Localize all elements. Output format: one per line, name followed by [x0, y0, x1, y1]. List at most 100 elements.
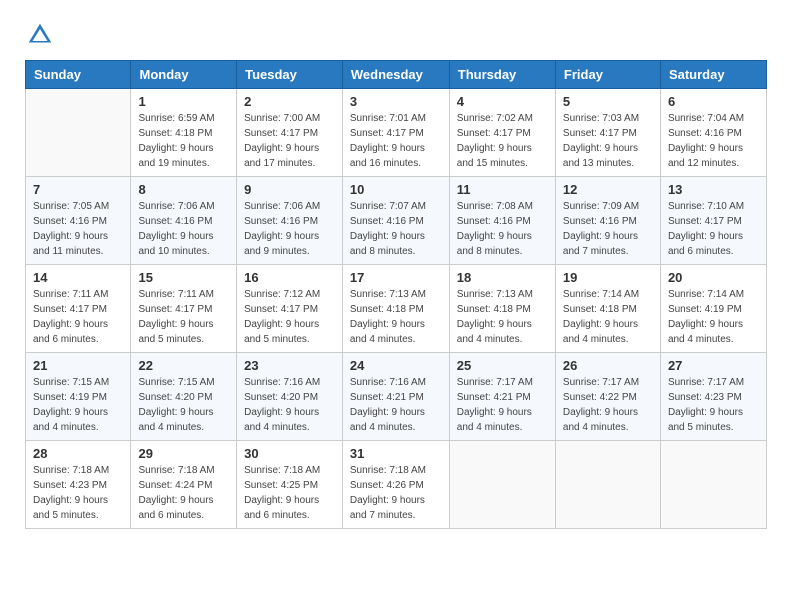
calendar-day-cell: 17 Sunrise: 7:13 AMSunset: 4:18 PMDaylig… — [342, 265, 449, 353]
day-number: 12 — [563, 182, 653, 197]
calendar-day-cell: 21 Sunrise: 7:15 AMSunset: 4:19 PMDaylig… — [26, 353, 131, 441]
day-info: Sunrise: 7:16 AMSunset: 4:21 PMDaylight:… — [350, 377, 426, 433]
day-info: Sunrise: 7:18 AMSunset: 4:26 PMDaylight:… — [350, 465, 426, 521]
day-info: Sunrise: 7:18 AMSunset: 4:25 PMDaylight:… — [244, 465, 320, 521]
calendar-day-cell — [660, 441, 766, 529]
calendar-day-cell: 10 Sunrise: 7:07 AMSunset: 4:16 PMDaylig… — [342, 177, 449, 265]
calendar-week-row: 21 Sunrise: 7:15 AMSunset: 4:19 PMDaylig… — [26, 353, 767, 441]
calendar-day-cell: 16 Sunrise: 7:12 AMSunset: 4:17 PMDaylig… — [237, 265, 343, 353]
calendar-week-row: 14 Sunrise: 7:11 AMSunset: 4:17 PMDaylig… — [26, 265, 767, 353]
day-number: 22 — [138, 358, 229, 373]
day-info: Sunrise: 7:03 AMSunset: 4:17 PMDaylight:… — [563, 113, 639, 169]
day-number: 16 — [244, 270, 335, 285]
day-number: 21 — [33, 358, 123, 373]
day-info: Sunrise: 7:13 AMSunset: 4:18 PMDaylight:… — [350, 289, 426, 345]
calendar-week-row: 28 Sunrise: 7:18 AMSunset: 4:23 PMDaylig… — [26, 441, 767, 529]
calendar-day-cell: 23 Sunrise: 7:16 AMSunset: 4:20 PMDaylig… — [237, 353, 343, 441]
day-info: Sunrise: 6:59 AMSunset: 4:18 PMDaylight:… — [138, 113, 214, 169]
calendar-header-row: SundayMondayTuesdayWednesdayThursdayFrid… — [26, 61, 767, 89]
day-number: 6 — [668, 94, 759, 109]
day-number: 27 — [668, 358, 759, 373]
calendar-day-cell: 6 Sunrise: 7:04 AMSunset: 4:16 PMDayligh… — [660, 89, 766, 177]
day-of-week-header: Tuesday — [237, 61, 343, 89]
calendar-day-cell: 8 Sunrise: 7:06 AMSunset: 4:16 PMDayligh… — [131, 177, 237, 265]
day-of-week-header: Wednesday — [342, 61, 449, 89]
day-number: 8 — [138, 182, 229, 197]
day-number: 2 — [244, 94, 335, 109]
day-number: 13 — [668, 182, 759, 197]
day-info: Sunrise: 7:09 AMSunset: 4:16 PMDaylight:… — [563, 201, 639, 257]
calendar-day-cell — [449, 441, 555, 529]
day-number: 5 — [563, 94, 653, 109]
calendar-day-cell: 15 Sunrise: 7:11 AMSunset: 4:17 PMDaylig… — [131, 265, 237, 353]
day-of-week-header: Thursday — [449, 61, 555, 89]
calendar-week-row: 1 Sunrise: 6:59 AMSunset: 4:18 PMDayligh… — [26, 89, 767, 177]
day-of-week-header: Sunday — [26, 61, 131, 89]
calendar-day-cell — [26, 89, 131, 177]
day-info: Sunrise: 7:06 AMSunset: 4:16 PMDaylight:… — [138, 201, 214, 257]
day-number: 1 — [138, 94, 229, 109]
day-of-week-header: Friday — [555, 61, 660, 89]
day-number: 17 — [350, 270, 442, 285]
day-number: 31 — [350, 446, 442, 461]
calendar-day-cell: 14 Sunrise: 7:11 AMSunset: 4:17 PMDaylig… — [26, 265, 131, 353]
day-info: Sunrise: 7:16 AMSunset: 4:20 PMDaylight:… — [244, 377, 320, 433]
calendar-day-cell: 4 Sunrise: 7:02 AMSunset: 4:17 PMDayligh… — [449, 89, 555, 177]
day-number: 25 — [457, 358, 548, 373]
day-number: 24 — [350, 358, 442, 373]
calendar-day-cell: 22 Sunrise: 7:15 AMSunset: 4:20 PMDaylig… — [131, 353, 237, 441]
day-number: 3 — [350, 94, 442, 109]
day-of-week-header: Monday — [131, 61, 237, 89]
day-info: Sunrise: 7:05 AMSunset: 4:16 PMDaylight:… — [33, 201, 109, 257]
day-info: Sunrise: 7:13 AMSunset: 4:18 PMDaylight:… — [457, 289, 533, 345]
day-info: Sunrise: 7:10 AMSunset: 4:17 PMDaylight:… — [668, 201, 744, 257]
calendar-day-cell: 5 Sunrise: 7:03 AMSunset: 4:17 PMDayligh… — [555, 89, 660, 177]
day-info: Sunrise: 7:15 AMSunset: 4:19 PMDaylight:… — [33, 377, 109, 433]
day-info: Sunrise: 7:11 AMSunset: 4:17 PMDaylight:… — [33, 289, 108, 345]
calendar-day-cell: 11 Sunrise: 7:08 AMSunset: 4:16 PMDaylig… — [449, 177, 555, 265]
day-info: Sunrise: 7:17 AMSunset: 4:21 PMDaylight:… — [457, 377, 533, 433]
day-number: 7 — [33, 182, 123, 197]
calendar-day-cell: 24 Sunrise: 7:16 AMSunset: 4:21 PMDaylig… — [342, 353, 449, 441]
calendar-day-cell: 9 Sunrise: 7:06 AMSunset: 4:16 PMDayligh… — [237, 177, 343, 265]
day-number: 10 — [350, 182, 442, 197]
calendar-day-cell: 31 Sunrise: 7:18 AMSunset: 4:26 PMDaylig… — [342, 441, 449, 529]
day-info: Sunrise: 7:00 AMSunset: 4:17 PMDaylight:… — [244, 113, 320, 169]
day-info: Sunrise: 7:17 AMSunset: 4:22 PMDaylight:… — [563, 377, 639, 433]
calendar-day-cell — [555, 441, 660, 529]
day-number: 29 — [138, 446, 229, 461]
day-number: 28 — [33, 446, 123, 461]
day-number: 9 — [244, 182, 335, 197]
calendar-day-cell: 3 Sunrise: 7:01 AMSunset: 4:17 PMDayligh… — [342, 89, 449, 177]
calendar-day-cell: 28 Sunrise: 7:18 AMSunset: 4:23 PMDaylig… — [26, 441, 131, 529]
calendar-day-cell: 27 Sunrise: 7:17 AMSunset: 4:23 PMDaylig… — [660, 353, 766, 441]
day-info: Sunrise: 7:06 AMSunset: 4:16 PMDaylight:… — [244, 201, 320, 257]
day-number: 14 — [33, 270, 123, 285]
calendar-day-cell: 2 Sunrise: 7:00 AMSunset: 4:17 PMDayligh… — [237, 89, 343, 177]
day-number: 26 — [563, 358, 653, 373]
calendar-week-row: 7 Sunrise: 7:05 AMSunset: 4:16 PMDayligh… — [26, 177, 767, 265]
day-info: Sunrise: 7:18 AMSunset: 4:24 PMDaylight:… — [138, 465, 214, 521]
day-number: 30 — [244, 446, 335, 461]
calendar-day-cell: 25 Sunrise: 7:17 AMSunset: 4:21 PMDaylig… — [449, 353, 555, 441]
calendar-day-cell: 26 Sunrise: 7:17 AMSunset: 4:22 PMDaylig… — [555, 353, 660, 441]
day-info: Sunrise: 7:14 AMSunset: 4:18 PMDaylight:… — [563, 289, 639, 345]
calendar-day-cell: 13 Sunrise: 7:10 AMSunset: 4:17 PMDaylig… — [660, 177, 766, 265]
day-number: 20 — [668, 270, 759, 285]
calendar-day-cell: 1 Sunrise: 6:59 AMSunset: 4:18 PMDayligh… — [131, 89, 237, 177]
calendar-day-cell: 29 Sunrise: 7:18 AMSunset: 4:24 PMDaylig… — [131, 441, 237, 529]
day-of-week-header: Saturday — [660, 61, 766, 89]
calendar-day-cell: 7 Sunrise: 7:05 AMSunset: 4:16 PMDayligh… — [26, 177, 131, 265]
calendar-day-cell: 30 Sunrise: 7:18 AMSunset: 4:25 PMDaylig… — [237, 441, 343, 529]
day-info: Sunrise: 7:01 AMSunset: 4:17 PMDaylight:… — [350, 113, 426, 169]
calendar-day-cell: 20 Sunrise: 7:14 AMSunset: 4:19 PMDaylig… — [660, 265, 766, 353]
logo-icon — [25, 20, 55, 50]
day-info: Sunrise: 7:15 AMSunset: 4:20 PMDaylight:… — [138, 377, 214, 433]
day-info: Sunrise: 7:17 AMSunset: 4:23 PMDaylight:… — [668, 377, 744, 433]
day-info: Sunrise: 7:18 AMSunset: 4:23 PMDaylight:… — [33, 465, 109, 521]
logo — [25, 20, 61, 50]
calendar-day-cell: 18 Sunrise: 7:13 AMSunset: 4:18 PMDaylig… — [449, 265, 555, 353]
day-info: Sunrise: 7:08 AMSunset: 4:16 PMDaylight:… — [457, 201, 533, 257]
calendar-day-cell: 12 Sunrise: 7:09 AMSunset: 4:16 PMDaylig… — [555, 177, 660, 265]
day-info: Sunrise: 7:04 AMSunset: 4:16 PMDaylight:… — [668, 113, 744, 169]
